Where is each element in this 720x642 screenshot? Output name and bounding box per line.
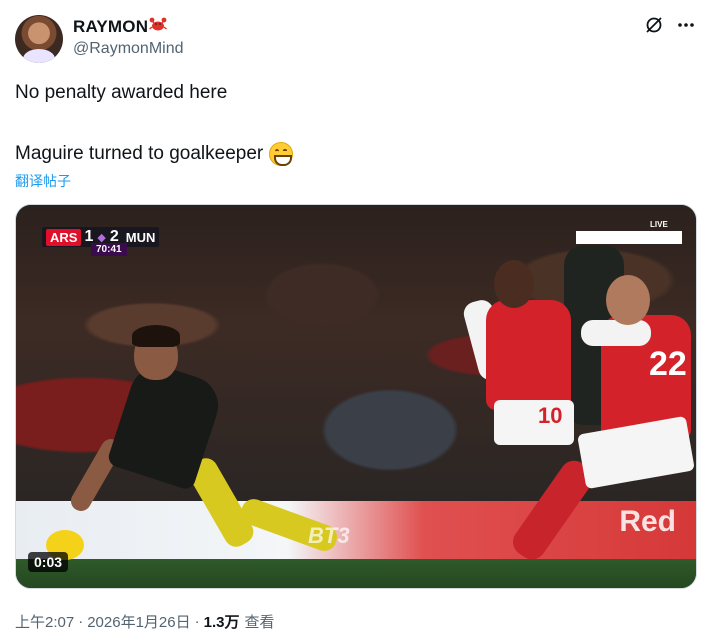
premier-league-icon: ◆ [97,231,106,244]
shirt-number: 10 [538,403,563,428]
player-united-hair [132,325,180,347]
separator-dot: · [194,613,200,630]
player-arsenal-head [494,260,534,308]
player-sleeve [581,320,651,346]
grok-icon[interactable] [643,14,665,36]
translate-post-link[interactable]: 翻译帖子 [15,171,71,191]
more-options-icon[interactable] [675,14,697,36]
redaction-box [576,231,682,244]
tweet-text-line1: No penalty awarded here [15,82,228,103]
adboard-text: Red [619,505,676,538]
display-name[interactable]: RAYMON [73,16,168,37]
post-time[interactable]: 上午2:07 [15,611,74,632]
away-team: MUN [125,229,156,245]
tweet-text-line2: Maguire turned to goalkeeper [15,142,294,166]
views-label: 查看 [244,614,275,631]
tweet-card: RAYMON @RaymonMind No penalty awarded he… [0,0,720,642]
video-duration: 0:03 [28,552,69,572]
home-team: ARS [46,228,82,246]
player-arsenal-head [606,275,650,325]
user-handle[interactable]: @RaymonMind [73,40,184,58]
grinning-face-icon [269,142,294,166]
player-arsenal-body [486,300,571,410]
shirt-number: 22 [649,345,687,383]
match-clock: 70:41 [91,243,127,256]
video-player[interactable]: Red 10 22 ARS 1 ◆ 2 MUN 70:41 LIVE BT3 0… [15,204,697,589]
avatar[interactable] [15,15,63,63]
display-name-text: RAYMON [73,17,149,36]
separator-dot: · [78,613,84,630]
advertising-board [16,501,696,559]
broadcaster-watermark: BT3 [308,523,350,548]
crab-icon [149,16,168,37]
views-count[interactable]: 1.3万 [204,611,240,632]
tweet-text-line2-text: Maguire turned to goalkeeper [15,143,264,164]
live-tag: LIVE [650,220,668,229]
tweet-meta: 上午2:07 · 2026年1月26日 · 1.3万 查看 [15,611,274,632]
pitch [16,559,696,588]
post-date[interactable]: 2026年1月26日 [87,611,190,632]
